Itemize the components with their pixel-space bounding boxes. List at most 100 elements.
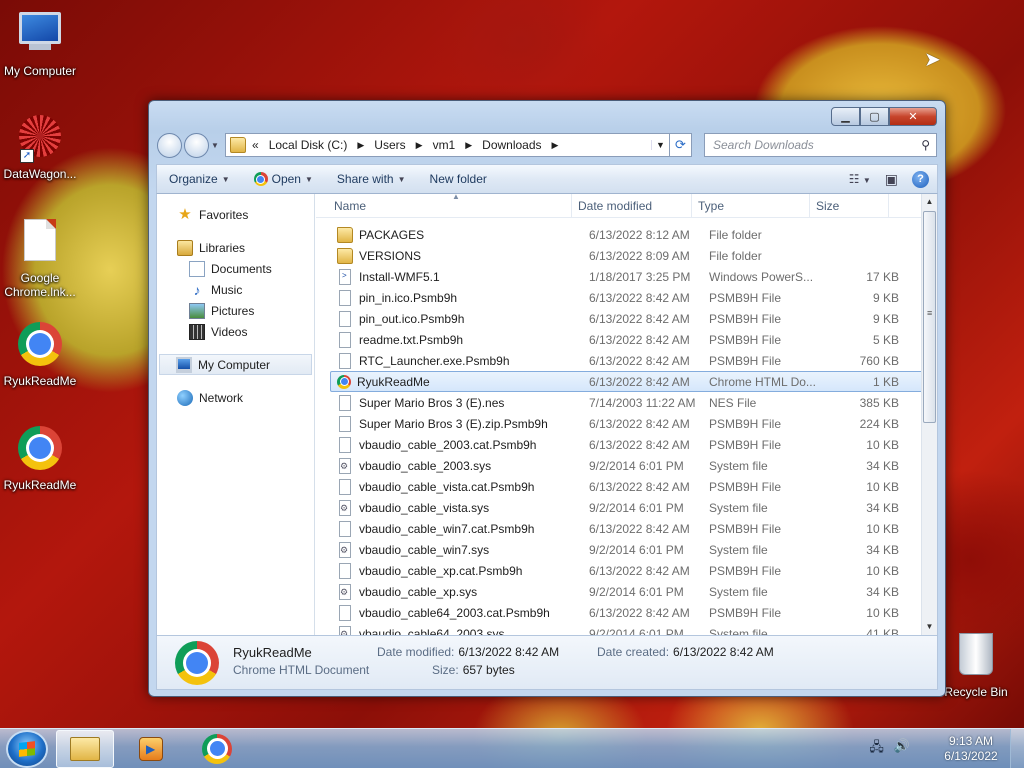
file-size-cell: 34 KB [866, 500, 899, 515]
file-row[interactable]: vbaudio_cable_win7.cat.Psmb9h 6/13/2022 8… [330, 518, 923, 539]
file-icon [339, 394, 351, 411]
file-name: vbaudio_cable_xp.sys [359, 584, 478, 599]
file-row[interactable]: vbaudio_cable_win7.sys 9/2/2014 6:01 PM Sy… [330, 539, 923, 560]
file-row[interactable]: pin_out.ico.Psmb9h 6/13/2022 8:42 AM PSMB9… [330, 308, 923, 329]
file-row[interactable]: vbaudio_cable64_2003.cat.Psmb9h 6/13/2022… [330, 602, 923, 623]
desktop-icon-recycle-bin[interactable]: Recycle Bin [936, 630, 1016, 699]
vertical-scrollbar[interactable]: ▲ ▼ [921, 194, 937, 635]
desktop-icon-datawagon[interactable]: ➚ DataWagon... [0, 112, 80, 181]
new-folder-button[interactable]: New folder [418, 172, 499, 186]
file-name: RyukReadMe [357, 374, 430, 389]
system-file-icon [339, 541, 351, 558]
address-overflow[interactable]: « [252, 138, 259, 152]
maximize-button[interactable]: ▢ [860, 107, 889, 126]
file-name: vbaudio_cable_win7.sys [359, 542, 490, 557]
file-row[interactable]: vbaudio_cable_vista.cat.Psmb9h 6/13/2022 … [330, 476, 923, 497]
chrome-icon [175, 640, 219, 685]
open-label: Open [271, 172, 301, 186]
chevron-right-icon[interactable]: ▶ [416, 140, 423, 151]
breadcrumb-local-disk[interactable]: Local Disk (C:) [269, 138, 348, 152]
preview-pane-icon[interactable]: ▣ [885, 171, 898, 188]
column-header-date-modified[interactable]: Date modified [572, 194, 692, 217]
scrollbar-thumb[interactable] [923, 211, 936, 423]
search-icon[interactable]: ⚲ [921, 138, 930, 152]
file-row[interactable]: readme.txt.Psmb9h 6/13/2022 8:42 AM PSMB9H… [330, 329, 923, 350]
change-view-icon[interactable]: ☷ ▼ [849, 172, 871, 186]
scroll-up-arrow-icon[interactable]: ▲ [922, 194, 937, 210]
breadcrumb-downloads[interactable]: Downloads [482, 138, 541, 152]
nav-music[interactable]: ♪ Music [157, 279, 314, 300]
file-name: Super Mario Bros 3 (E).nes [359, 395, 505, 410]
details-size-label: Size: [432, 662, 459, 677]
file-row[interactable]: vbaudio_cable64_2003.sys 9/2/2014 6:01 PM… [330, 623, 923, 635]
column-header-type[interactable]: Type [692, 194, 810, 217]
recent-pages-dropdown[interactable]: ▼ [211, 141, 221, 150]
file-row[interactable]: vbaudio_cable_2003.sys 9/2/2014 6:01 PM Sy… [330, 455, 923, 476]
file-date-cell: 6/13/2022 8:12 AM [589, 227, 690, 242]
open-button[interactable]: Open ▼ [242, 172, 325, 186]
help-icon[interactable]: ? [912, 170, 929, 188]
tray-icons: 🖧 🔊 [869, 738, 910, 760]
breadcrumb-vm1[interactable]: vm1 [433, 138, 456, 152]
file-row[interactable]: PACKAGES 6/13/2022 8:12 AM File folder [330, 224, 923, 245]
address-bar[interactable]: « Local Disk (C:) ▶ Users ▶ vm1 ▶ Downlo… [225, 133, 670, 157]
system-file-icon [339, 499, 351, 516]
details-created-value: 6/13/2022 8:42 AM [673, 644, 774, 659]
nav-videos[interactable]: Videos [157, 321, 314, 342]
folder-icon [230, 137, 246, 153]
nav-documents[interactable]: Documents [157, 258, 314, 279]
file-row[interactable]: Super Mario Bros 3 (E).zip.Psmb9h 6/13/20… [330, 413, 923, 434]
file-row[interactable]: RyukReadMe 6/13/2022 8:42 AM Chrome HTML D… [330, 371, 923, 392]
address-dropdown-icon[interactable]: ▼ [651, 140, 669, 150]
system-tray: 🖧 🔊 9:13 AM 6/13/2022 [869, 729, 1024, 768]
minimize-button[interactable]: ▁ [831, 107, 860, 126]
nav-pictures[interactable]: Pictures [157, 300, 314, 321]
file-row[interactable]: Super Mario Bros 3 (E).nes 7/14/2003 11:2… [330, 392, 923, 413]
file-row[interactable]: Install-WMF5.1 1/18/2017 3:25 PM Windows P… [330, 266, 923, 287]
forward-button[interactable] [184, 132, 209, 158]
chrome-icon [253, 172, 268, 186]
scroll-down-arrow-icon[interactable]: ▼ [922, 619, 937, 635]
nav-libraries[interactable]: Libraries [157, 237, 314, 258]
volume-icon[interactable]: 🔊 [894, 738, 910, 760]
desktop-icon-ryukreadme-2[interactable]: RyukReadMe [0, 424, 80, 492]
file-name-cell: vbaudio_cable64_2003.cat.Psmb9h [331, 604, 589, 621]
nav-network[interactable]: Network [157, 387, 314, 408]
show-desktop-button[interactable] [1010, 729, 1024, 768]
chevron-right-icon[interactable]: ▶ [357, 140, 364, 151]
clock-time: 9:13 AM [948, 733, 994, 748]
file-row[interactable]: vbaudio_cable_2003.cat.Psmb9h 6/13/2022 8… [330, 434, 923, 455]
chevron-right-icon[interactable]: ▶ [552, 140, 559, 151]
taskbar-clock[interactable]: 9:13 AM 6/13/2022 [932, 734, 1010, 764]
close-button[interactable]: ✕ [889, 107, 937, 126]
organize-button[interactable]: Organize ▼ [157, 172, 242, 186]
refresh-button[interactable]: ⟳ [670, 133, 692, 157]
network-tray-icon[interactable]: 🖧 [869, 738, 884, 760]
file-row[interactable]: VERSIONS 6/13/2022 8:09 AM File folder [330, 245, 923, 266]
file-row[interactable]: vbaudio_cable_xp.sys 9/2/2014 6:01 PM Syst… [330, 581, 923, 602]
column-header-size[interactable]: Size [810, 194, 889, 217]
chevron-right-icon[interactable]: ▶ [465, 140, 472, 151]
file-row[interactable]: RTC_Launcher.exe.Psmb9h 6/13/2022 8:42 AM… [330, 350, 923, 371]
file-row[interactable]: vbaudio_cable_vista.sys 9/2/2014 6:01 PM S… [330, 497, 923, 518]
start-button[interactable] [6, 729, 48, 768]
taskbar-chrome-button[interactable] [188, 730, 246, 768]
column-header-name[interactable]: Name [316, 194, 572, 217]
taskbar-explorer-button[interactable] [56, 729, 114, 768]
file-row[interactable]: pin_in.ico.Psmb9h 6/13/2022 8:42 AM PSMB9H… [330, 287, 923, 308]
search-input[interactable]: Search Downloads ⚲ [704, 133, 937, 157]
desktop-icon-ryukreadme-1[interactable]: RyukReadMe [0, 320, 80, 388]
breadcrumb-users[interactable]: Users [374, 138, 405, 152]
nav-favorites[interactable]: ★ Favorites [157, 204, 314, 225]
file-date-cell: 7/14/2003 11:22 AM [589, 395, 696, 410]
nav-my-computer[interactable]: My Computer [159, 354, 312, 375]
desktop-icon-my-computer[interactable]: My Computer [0, 8, 80, 78]
taskbar-media-player-button[interactable] [122, 730, 180, 768]
datawagon-icon: ➚ [16, 115, 64, 163]
desktop-icon-label: RyukReadMe [3, 478, 77, 492]
file-row[interactable]: vbaudio_cable_xp.cat.Psmb9h 6/13/2022 8:4… [330, 560, 923, 581]
desktop-icon-google-chrome-lnk[interactable]: Google Chrome.lnk... [0, 216, 80, 299]
back-button[interactable] [157, 132, 182, 158]
share-with-button[interactable]: Share with ▼ [325, 172, 418, 186]
file-name-cell: vbaudio_cable_vista.sys [331, 499, 589, 516]
